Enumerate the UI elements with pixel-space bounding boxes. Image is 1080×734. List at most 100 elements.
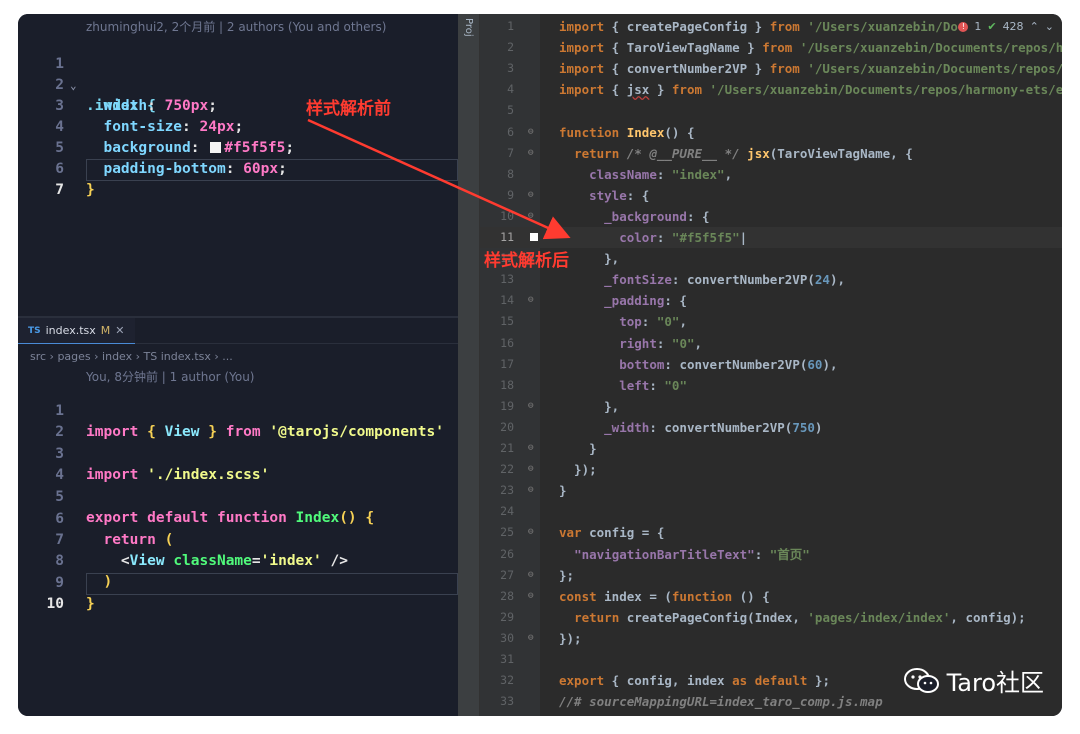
code-line[interactable]: 3 import './index.scss' [18,423,458,483]
tab-index-tsx[interactable]: TS index.tsx M ✕ [18,318,135,344]
closing-brace: } [86,182,95,198]
code-line[interactable]: 14 ⊖ _padding: { [480,290,1062,311]
code-line[interactable]: 3 import { convertNumber2VP } from '/User… [480,58,1062,79]
variable-name: config [589,525,635,541]
fold-marker-icon[interactable]: ⊖ [528,438,533,459]
code-line[interactable]: 5 export default function Index() { [18,466,458,526]
code-line[interactable]: 9 } [18,552,458,612]
breadcrumb[interactable]: src › pages › index › TS index.tsx › ... [30,350,233,363]
code-line[interactable]: 7 ⊖ return /* @__PURE__ */ jsx(TaroViewTa… [480,143,1062,164]
fold-marker-icon[interactable]: ⊖ [528,459,533,480]
line-number: 7 [55,182,64,198]
code-line[interactable]: 16 right: "0", [480,333,1062,354]
code-line[interactable]: 15 top: "0", [480,311,1062,332]
code-line[interactable]: 18 left: "0" [480,375,1062,396]
string-literal: "#f5f5f5" [671,230,740,245]
code-line[interactable]: 28 ⊖ const index = (function () { [480,586,1062,607]
number-literal: 60 [807,356,823,372]
string-literal: '/Users/xuanzebin/Documents/repos/ha [807,61,1062,77]
line-number: 20 [500,419,514,434]
close-icon[interactable]: ✕ [115,324,124,337]
fold-marker-icon[interactable]: ⊖ [528,480,533,501]
import-name: createPageConfig [626,19,748,34]
string-literal: "0" [671,335,695,351]
fold-marker-icon[interactable]: ⊖ [528,122,533,143]
code-line[interactable]: 6 ⊖ function Index() { [480,122,1062,143]
code-line[interactable]: 24 [480,501,1062,522]
fold-marker-icon[interactable]: ⊖ [528,396,533,417]
color-preview-swatch[interactable] [530,233,538,241]
annotation-before: 样式解析前 [306,99,391,119]
code-line[interactable]: 29 return createPageConfig(Index, 'pages… [480,607,1062,628]
code-line[interactable]: 2 [18,401,458,440]
compiled-output-editor[interactable]: Proj ! 1 ✔ 428 ⌃ ⌄ 1 import { createPageCon… [458,14,1062,716]
code-line[interactable]: 19 ⊖ }, [480,396,1062,417]
fold-marker-icon[interactable]: ⊖ [528,143,533,164]
fold-marker-icon[interactable]: ⊖ [528,290,533,311]
project-tool-strip[interactable]: Proj [458,14,480,716]
code-line[interactable]: 21 ⊖ } [480,438,1062,459]
comment: //# sourceMappingURL=index_taro_comp.js.… [559,694,883,710]
line-number: 33 [500,694,514,709]
code-line[interactable]: 17 bottom: convertNumber2VP(60), [480,354,1062,375]
code-line[interactable]: 10 ⊖ _background: { [480,206,1062,227]
fold-marker-icon[interactable]: ⊖ [528,206,533,227]
code-line[interactable]: 2 width: 750px; [18,54,458,114]
code-line[interactable]: 26 "navigationBarTitleText": "首页" [480,544,1062,565]
line-number: 5 [507,103,514,118]
variable-name: index [604,588,642,604]
code-line[interactable]: 27 ⊖}; [480,565,1062,586]
code-line[interactable]: 25 ⊖ var config = { [480,522,1062,543]
function-call: createPageConfig [626,609,748,625]
code-line[interactable]: 5 padding-bottom: 60px; [18,117,458,177]
tsx-editor-pane[interactable]: TS index.tsx M ✕ src › pages › index › T… [18,318,458,716]
annotation-after: 样式解析后 [484,251,569,271]
code-line[interactable]: 11 color: "#f5f5f5"| [480,227,1062,248]
fold-marker-icon[interactable]: ⊖ [528,586,533,607]
code-line[interactable]: 2 import { TaroViewTagName } from '/Users… [480,37,1062,58]
code-line[interactable]: 5 [480,100,1062,121]
keyword: default [754,673,808,689]
line-number: 3 [507,61,514,76]
code-line[interactable]: 1 import { View } from '@tarojs/componen… [18,380,458,440]
line-number: 14 [500,293,514,308]
code-line[interactable]: 8 ) [18,530,458,590]
argument: TaroViewTagName [777,145,891,161]
code-line[interactable]: 20 _width: convertNumber2VP(750) [480,417,1062,438]
fold-marker-icon[interactable]: ⊖ [528,185,533,206]
import-name: jsx [626,82,650,98]
code-line[interactable]: 22 ⊖ }); [480,459,1062,480]
code-line[interactable]: 23 ⊖} [480,480,1062,501]
line-number: 21 [500,441,514,455]
string-literal: "首页" [769,546,810,562]
code-line[interactable]: 8 className: "index", [480,164,1062,185]
number-literal: 750 [792,419,815,435]
fold-marker-icon[interactable]: ⊖ [528,628,533,649]
string-literal: "index" [671,166,725,182]
code-line[interactable]: 7 [18,159,458,198]
project-tool-label[interactable]: Proj [463,18,474,37]
code-line[interactable]: 13 _fontSize: convertNumber2VP(24), [480,269,1062,290]
code-line[interactable]: 10 [18,573,458,612]
code-line[interactable]: 1 import { createPageConfig } from '/User… [480,16,1062,37]
fold-marker-icon[interactable]: ⊖ [528,565,533,586]
code-line[interactable]: 30 ⊖}); [480,628,1062,649]
code-line[interactable]: 4 background: #f5f5f5; [18,96,458,156]
string-literal: "0" [656,314,680,330]
watermark-text: Taro社区 [946,669,1044,697]
code-line[interactable]: 4 [18,444,458,483]
code-line[interactable]: 9 ⊖ style: { [480,185,1062,206]
fold-marker-icon[interactable]: ⊖ [528,522,533,543]
scss-editor-pane[interactable]: zhuminghui2, 2个月前 | 2 authors (You and o… [18,14,458,316]
code-line[interactable]: 6 } [18,138,458,198]
code-line[interactable]: 7 <View className='index' /> [18,509,458,569]
code-line[interactable]: 3 font-size: 24px; [18,75,458,135]
code-line[interactable]: 1 ⌄ .index { [18,33,458,114]
argument: config [965,609,1011,625]
line-number: 22 [500,462,514,477]
keyword: function [671,588,733,604]
code-line[interactable]: 6 return ( [18,488,458,548]
editor-tab-bar: TS index.tsx M ✕ [18,318,458,344]
code-line[interactable]: 4 import { jsx } from '/Users/xuanzebin/D… [480,79,1062,100]
tab-label: index.tsx [45,324,96,337]
